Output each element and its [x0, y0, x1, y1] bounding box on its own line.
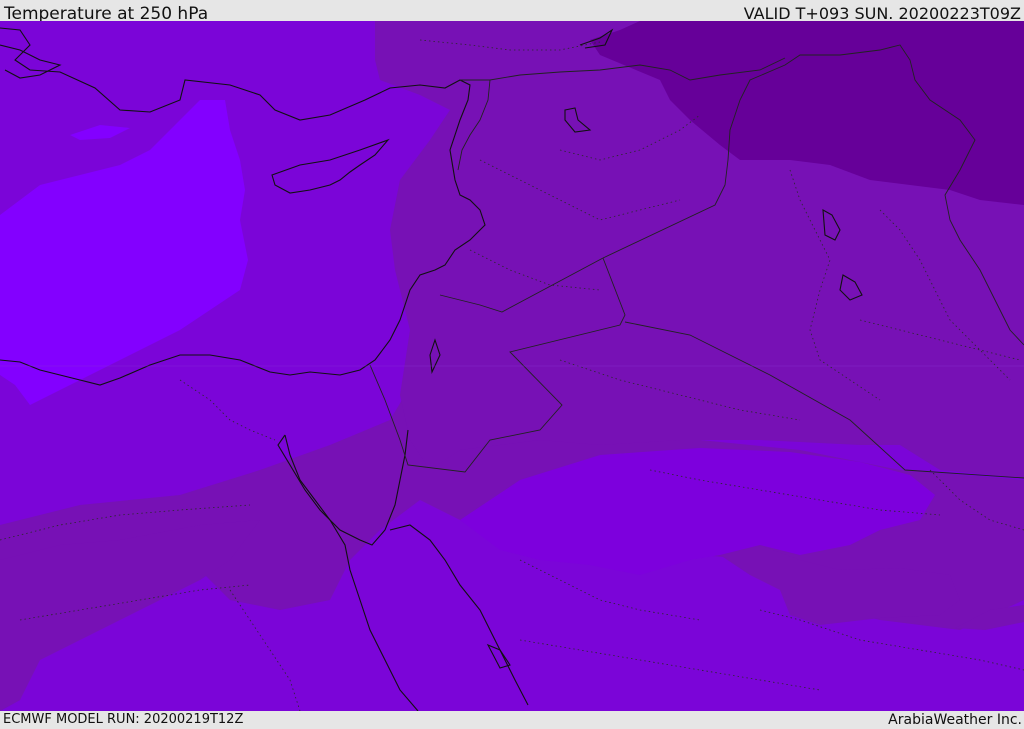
header-bar: Temperature at 250 hPa VALID T+093 SUN. …: [0, 0, 1024, 24]
model-run-label: ECMWF MODEL RUN: 20200219T12Z: [3, 712, 244, 727]
credit-label: ArabiaWeather Inc.: [888, 712, 1022, 728]
temperature-map: [0, 21, 1024, 711]
footer-bar: ECMWF MODEL RUN: 20200219T12Z ArabiaWeat…: [0, 711, 1024, 729]
